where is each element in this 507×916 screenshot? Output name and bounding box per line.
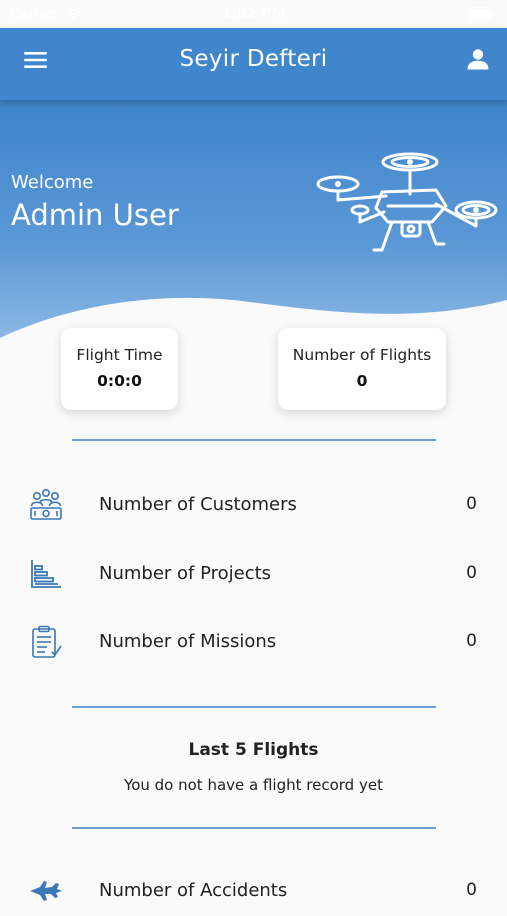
last-flights-empty-message: You do not have a flight record yet — [124, 776, 383, 794]
status-bar: Carrier 1:02 PM — [0, 0, 507, 28]
missions-label: Number of Missions — [99, 631, 277, 652]
projects-row[interactable]: Number of Projects 0 — [0, 549, 507, 599]
projects-label: Number of Projects — [99, 563, 272, 584]
number-of-flights-label: Number of Flights — [292, 346, 432, 364]
battery-icon — [469, 7, 495, 20]
missions-clipboard-icon — [32, 625, 62, 658]
divider — [72, 827, 436, 829]
accidents-label: Number of Accidents — [99, 880, 288, 901]
missions-row[interactable]: Number of Missions 0 — [0, 617, 507, 667]
welcome-label: Welcome — [11, 172, 94, 193]
drone-icon — [316, 152, 498, 252]
customers-icon — [30, 488, 62, 520]
page-title: Seyir Defteri — [179, 46, 328, 72]
welcome-banner: Welcome Admin User — [0, 100, 507, 340]
projects-count: 0 — [466, 563, 477, 583]
last-flights-title: Last 5 Flights — [188, 740, 319, 760]
customers-row[interactable]: Number of Customers 0 — [0, 480, 507, 530]
number-of-flights-card[interactable]: Number of Flights 0 — [278, 328, 446, 410]
navigation-bar: Seyir Defteri — [0, 28, 507, 100]
divider — [72, 706, 436, 708]
flight-time-card[interactable]: Flight Time 0:0:0 — [61, 328, 178, 410]
customers-label: Number of Customers — [99, 494, 297, 515]
user-name: Admin User — [11, 198, 179, 232]
projects-chart-icon — [31, 560, 61, 588]
user-icon[interactable] — [467, 48, 489, 70]
number-of-flights-value: 0 — [356, 372, 368, 390]
divider — [72, 439, 436, 441]
flight-time-value: 0:0:0 — [97, 372, 142, 390]
customers-count: 0 — [466, 494, 477, 514]
flight-time-label: Flight Time — [76, 346, 163, 364]
missions-count: 0 — [466, 631, 477, 651]
status-time: 1:02 PM — [221, 6, 286, 22]
accidents-count: 0 — [466, 880, 477, 900]
accident-icon — [30, 881, 62, 901]
accidents-row[interactable]: Number of Accidents 0 — [0, 866, 507, 916]
